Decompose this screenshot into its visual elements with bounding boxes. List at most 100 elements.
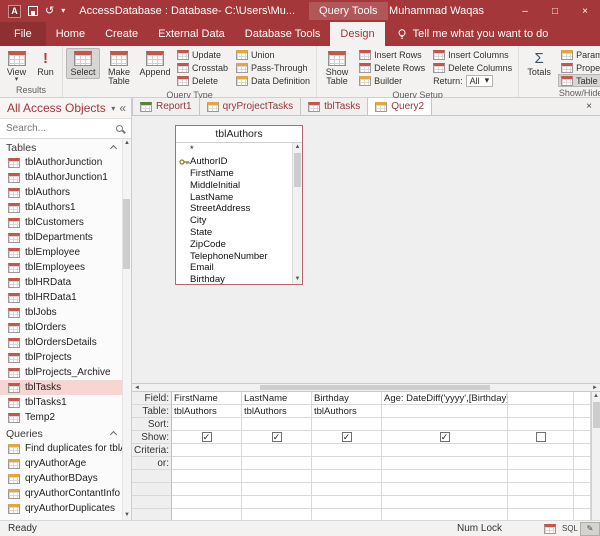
field-item[interactable]: StreetAddress (176, 203, 292, 215)
tell-me-box[interactable]: Tell me what you want to do (385, 22, 560, 46)
delete-query-button[interactable]: Delete (174, 74, 231, 87)
hscroll-thumb[interactable] (260, 385, 490, 390)
delete-columns-button[interactable]: Delete Columns (430, 61, 515, 74)
tab-database-tools[interactable]: Database Tools (235, 22, 331, 46)
or-cell[interactable] (382, 457, 508, 470)
tab-external-data[interactable]: External Data (148, 22, 235, 46)
user-name[interactable]: Muhammad Waqas (389, 5, 484, 17)
sidebar-item-query[interactable]: qryAuthorDuplicates (0, 501, 122, 516)
field-item[interactable]: * (176, 144, 292, 156)
sort-cell[interactable] (172, 418, 242, 431)
sidebar-item-table[interactable]: tblOrdersDetails (0, 335, 122, 350)
sidebar-item-table[interactable]: tblAuthorJunction (0, 155, 122, 170)
nav-pane-menu-icon[interactable]: ▾ (111, 104, 115, 113)
design-view-button[interactable]: ✎ (580, 522, 600, 536)
table-cell[interactable]: tblAuthors (172, 405, 242, 418)
sidebar-item-table[interactable]: tblHRData (0, 275, 122, 290)
sidebar-item-query[interactable]: qryAuthorBDays (0, 471, 122, 486)
sidebar-item-query[interactable]: Find duplicates for tblAuthors (0, 441, 122, 456)
or-cell[interactable] (172, 457, 242, 470)
or-cell[interactable] (312, 457, 382, 470)
field-list-scrollbar[interactable]: ▲ ▼ (292, 143, 302, 284)
scrollbar-thumb[interactable] (294, 153, 301, 187)
hscroll-track[interactable] (142, 384, 590, 391)
run-button[interactable]: ! Run (32, 48, 59, 79)
query-design-pane[interactable]: tblAuthors * AuthorID FirstName MiddleIn… (132, 116, 600, 383)
scroll-right-icon[interactable]: ► (590, 385, 600, 391)
show-checkbox-unchecked[interactable] (536, 432, 546, 442)
section-header-queries[interactable]: Queries (0, 426, 122, 441)
criteria-cell[interactable] (242, 444, 312, 457)
tab-home[interactable]: Home (46, 22, 95, 46)
doc-tab-qryprojecttasks[interactable]: qryProjectTasks (200, 98, 302, 115)
insert-columns-button[interactable]: Insert Columns (430, 48, 515, 61)
scroll-down-icon[interactable]: ▼ (124, 512, 130, 519)
union-query-button[interactable]: Union (233, 48, 313, 61)
field-item[interactable]: Birthday (176, 274, 292, 284)
criteria-cell[interactable] (172, 444, 242, 457)
shutter-bar-icon[interactable]: « (119, 101, 126, 115)
field-item[interactable]: State (176, 227, 292, 239)
delete-rows-button[interactable]: Delete Rows (356, 61, 428, 74)
scrollbar-thumb[interactable] (593, 402, 600, 428)
sidebar-item-query[interactable]: qryAuthorContantInfo (0, 486, 122, 501)
doc-tab-tbltasks[interactable]: tblTasks (301, 98, 368, 115)
sidebar-item-table[interactable]: tblHRData1 (0, 290, 122, 305)
field-cell[interactable]: Birthday (312, 392, 382, 405)
field-item[interactable]: Email (176, 262, 292, 274)
show-checkbox[interactable]: ✓ (342, 432, 352, 442)
field-list-tblauthors[interactable]: tblAuthors * AuthorID FirstName MiddleIn… (175, 125, 303, 285)
show-checkbox[interactable]: ✓ (202, 432, 212, 442)
return-dropdown[interactable]: All ▾ (466, 75, 494, 87)
criteria-cell[interactable] (382, 444, 508, 457)
insert-rows-button[interactable]: Insert Rows (356, 48, 428, 61)
doc-tab-report1[interactable]: Report1 (132, 98, 200, 115)
sidebar-item-query[interactable]: qryAuthorAge (0, 456, 122, 471)
scroll-up-icon[interactable]: ▲ (124, 140, 130, 147)
table-cell[interactable] (382, 405, 508, 418)
field-item-primary-key[interactable]: AuthorID (176, 156, 292, 168)
field-item[interactable]: ZipCode (176, 238, 292, 250)
sidebar-item-table[interactable]: tblProjects (0, 350, 122, 365)
maximize-button[interactable]: □ (540, 0, 570, 22)
append-button[interactable]: Append (138, 48, 172, 79)
sidebar-item-table[interactable]: tblAuthors (0, 185, 122, 200)
scroll-left-icon[interactable]: ◄ (132, 385, 142, 391)
sidebar-item-table[interactable]: tblProjects_Archive (0, 365, 122, 380)
field-cell[interactable]: Age: DateDiff('yyyy',[Birthday],Date()) (382, 392, 508, 405)
table-names-button[interactable]: Table Names (558, 74, 600, 87)
qbe-vertical-scrollbar[interactable]: ▲ ▼ (591, 392, 600, 536)
query-tools-context-tab[interactable]: Query Tools (309, 2, 388, 20)
sql-view-button[interactable]: SQL (560, 522, 580, 536)
field-cell[interactable] (508, 392, 574, 405)
sidebar-item-table-selected[interactable]: tblTasks (0, 380, 122, 395)
data-definition-button[interactable]: Data Definition (233, 74, 313, 87)
sidebar-item-table[interactable]: tblCustomers (0, 215, 122, 230)
or-cell[interactable] (508, 457, 574, 470)
crosstab-query-button[interactable]: Crosstab (174, 61, 231, 74)
datasheet-view-button[interactable] (540, 522, 560, 536)
field-cell[interactable]: FirstName (172, 392, 242, 405)
scroll-up-icon[interactable]: ▲ (593, 393, 599, 400)
field-item[interactable]: LastName (176, 191, 292, 203)
sidebar-item-table[interactable]: tblEmployees (0, 260, 122, 275)
section-header-tables[interactable]: Tables (0, 140, 122, 155)
show-table-button[interactable]: Show Table (320, 48, 354, 89)
table-cell[interactable] (508, 405, 574, 418)
update-query-button[interactable]: Update (174, 48, 231, 61)
view-button[interactable]: View ▾ (3, 48, 30, 84)
field-item[interactable]: TelephoneNumber (176, 250, 292, 262)
make-table-button[interactable]: Make Table (102, 48, 136, 89)
or-cell[interactable] (242, 457, 312, 470)
undo-icon[interactable]: ↺ (45, 6, 54, 17)
property-sheet-button[interactable]: Property Sheet (558, 61, 600, 74)
table-cell[interactable]: tblAuthors (312, 405, 382, 418)
sidebar-item-table[interactable]: tblDepartments (0, 230, 122, 245)
sort-cell[interactable] (312, 418, 382, 431)
sidebar-item-table[interactable]: Temp2 (0, 410, 122, 425)
search-input[interactable] (0, 119, 131, 138)
sidebar-item-table[interactable]: tblJobs (0, 305, 122, 320)
tab-create[interactable]: Create (95, 22, 148, 46)
select-query-button[interactable]: Select (66, 48, 100, 79)
scroll-down-icon[interactable]: ▼ (295, 276, 301, 283)
